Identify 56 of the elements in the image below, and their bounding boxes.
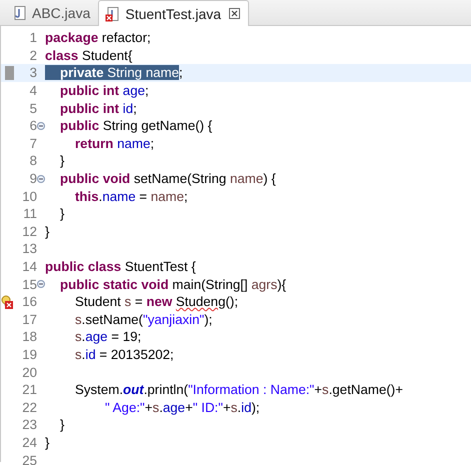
code-line: public int age; [59,83,149,98]
line-number: 3 [28,65,37,80]
line-number: 1 [28,30,37,46]
code-line: } [45,434,50,450]
line-number: 16 [21,294,37,310]
code-line: s.setName("yanjiaxin"); [74,312,212,327]
code-line: public static void main(String[] agrs){ [59,276,286,292]
code-line: private String name; [45,65,183,80]
line-number: 9 [28,171,37,186]
line-number: 12 [21,224,37,239]
code-line: s.id = 20135202; [74,346,174,362]
line-number: 5 [28,100,37,116]
line-number: 7 [28,136,37,151]
code-line: s.age = 19; [74,329,142,344]
code-line: class Student{ [45,48,132,63]
editor-tab[interactable]: StuentTest.java [98,0,250,26]
code-line: return name; [74,136,154,151]
line-number: 17 [21,312,37,327]
code-line: Student s = new Studeng(); [74,294,238,310]
line-number: 15 [21,276,37,292]
line-number: 6 [28,118,37,134]
line-number: 20 [21,364,37,380]
line-number: 11 [22,206,37,222]
code-line: this.name = name; [74,188,188,204]
error-marker-icon[interactable] [1,294,13,309]
java-file-icon [12,4,28,20]
line-number: 8 [28,153,37,168]
code-line: } [45,224,50,239]
editor-tab[interactable]: ABC.java [6,0,98,25]
collapse-icon[interactable] [37,122,45,130]
collapse-icon[interactable] [37,174,45,183]
code-line: public int id; [59,100,137,116]
close-icon[interactable] [229,8,240,19]
java-file-error-icon [105,6,122,22]
code-line: } [59,206,64,222]
line-number: 25 [21,452,37,465]
line-number: 2 [28,48,37,63]
line-number: 13 [21,241,37,256]
line-number: 22 [21,400,37,415]
collapse-icon[interactable] [37,280,45,288]
code-line: public void setName(String name) { [59,171,276,186]
code-line: } [59,417,64,432]
code-line: public String getName() { [59,118,212,134]
line-number: 21 [21,382,37,398]
code-line: package refactor; [45,30,151,46]
line-number: 23 [21,417,37,432]
line-number: 14 [21,259,37,274]
code-line: " Age:"+s.age+" ID:"+s.id); [104,400,260,415]
line-number: 4 [28,83,37,98]
code-line: System.out.println("Information : Name:"+s.getName()+ [74,382,403,398]
code-line: } [59,153,64,168]
line-number: 18 [21,329,37,344]
line-number: 19 [21,346,37,362]
line-number: 24 [21,434,37,450]
line-number: 10 [21,188,37,204]
code-line: public class StuentTest { [45,259,196,274]
